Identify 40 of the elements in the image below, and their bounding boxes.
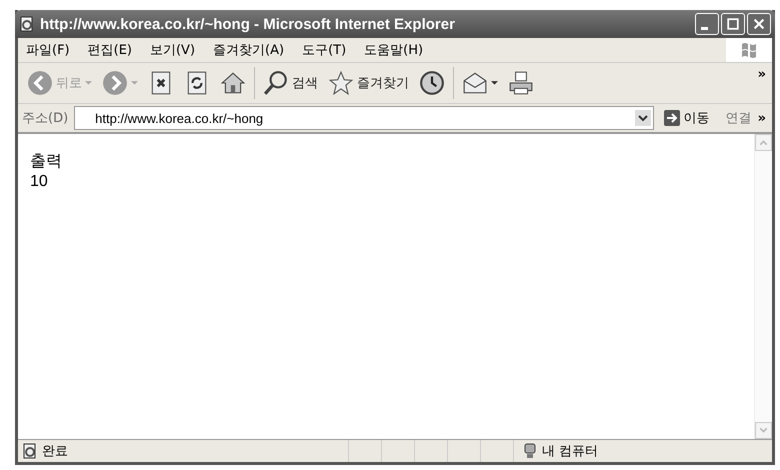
flag-logo-icon <box>739 40 759 60</box>
zone-text: 내 컴퓨터 <box>542 443 598 460</box>
more-button[interactable]: » <box>758 63 772 82</box>
envelope-icon <box>462 70 488 96</box>
dropdown-icon[interactable] <box>634 110 651 126</box>
page-icon <box>22 443 38 459</box>
minimize-button[interactable] <box>695 13 719 35</box>
search-button[interactable]: 검색 <box>258 70 323 96</box>
search-icon <box>263 70 289 96</box>
clock-icon <box>419 70 445 96</box>
more-button[interactable]: » <box>758 110 772 126</box>
maximize-button[interactable] <box>721 13 745 35</box>
caret-icon <box>491 80 498 86</box>
menu-item[interactable]: 도움말(H) <box>364 41 424 59</box>
caret-icon <box>85 80 92 86</box>
maximize-icon <box>726 17 740 31</box>
content-text: 10 <box>30 172 49 192</box>
printer-icon <box>508 70 534 96</box>
minimize-icon <box>701 26 708 30</box>
computer-icon <box>522 443 538 459</box>
status-text: 완료 <box>42 443 68 460</box>
menu-item[interactable]: 보기(V) <box>150 41 196 59</box>
close-button[interactable] <box>747 13 771 35</box>
links-button[interactable]: 연결 <box>726 109 752 127</box>
window-title: http://www.korea.co.kr/~hong - Microsoft Internet Explorer <box>40 16 456 32</box>
menu-item[interactable]: 즐겨찾기(A) <box>213 41 284 59</box>
close-icon <box>752 17 766 31</box>
menu-item[interactable]: 편집(E) <box>88 41 132 59</box>
arrow-icon <box>664 110 680 126</box>
page-icon <box>19 16 35 32</box>
caret-icon <box>131 80 138 86</box>
menu-item[interactable]: 도구(T) <box>302 41 346 59</box>
address-label: 주소(D) <box>22 110 68 127</box>
go-button[interactable]: 이동 <box>660 109 714 127</box>
favorites-button[interactable]: 즐겨찾기 <box>323 70 414 96</box>
address-field[interactable]: http://www.korea.co.kr/~hong <box>74 106 654 130</box>
star-icon <box>328 70 354 96</box>
home-icon <box>220 70 246 96</box>
menu-item[interactable]: 파일(F) <box>26 41 70 59</box>
content-text: 출력 <box>30 152 63 172</box>
